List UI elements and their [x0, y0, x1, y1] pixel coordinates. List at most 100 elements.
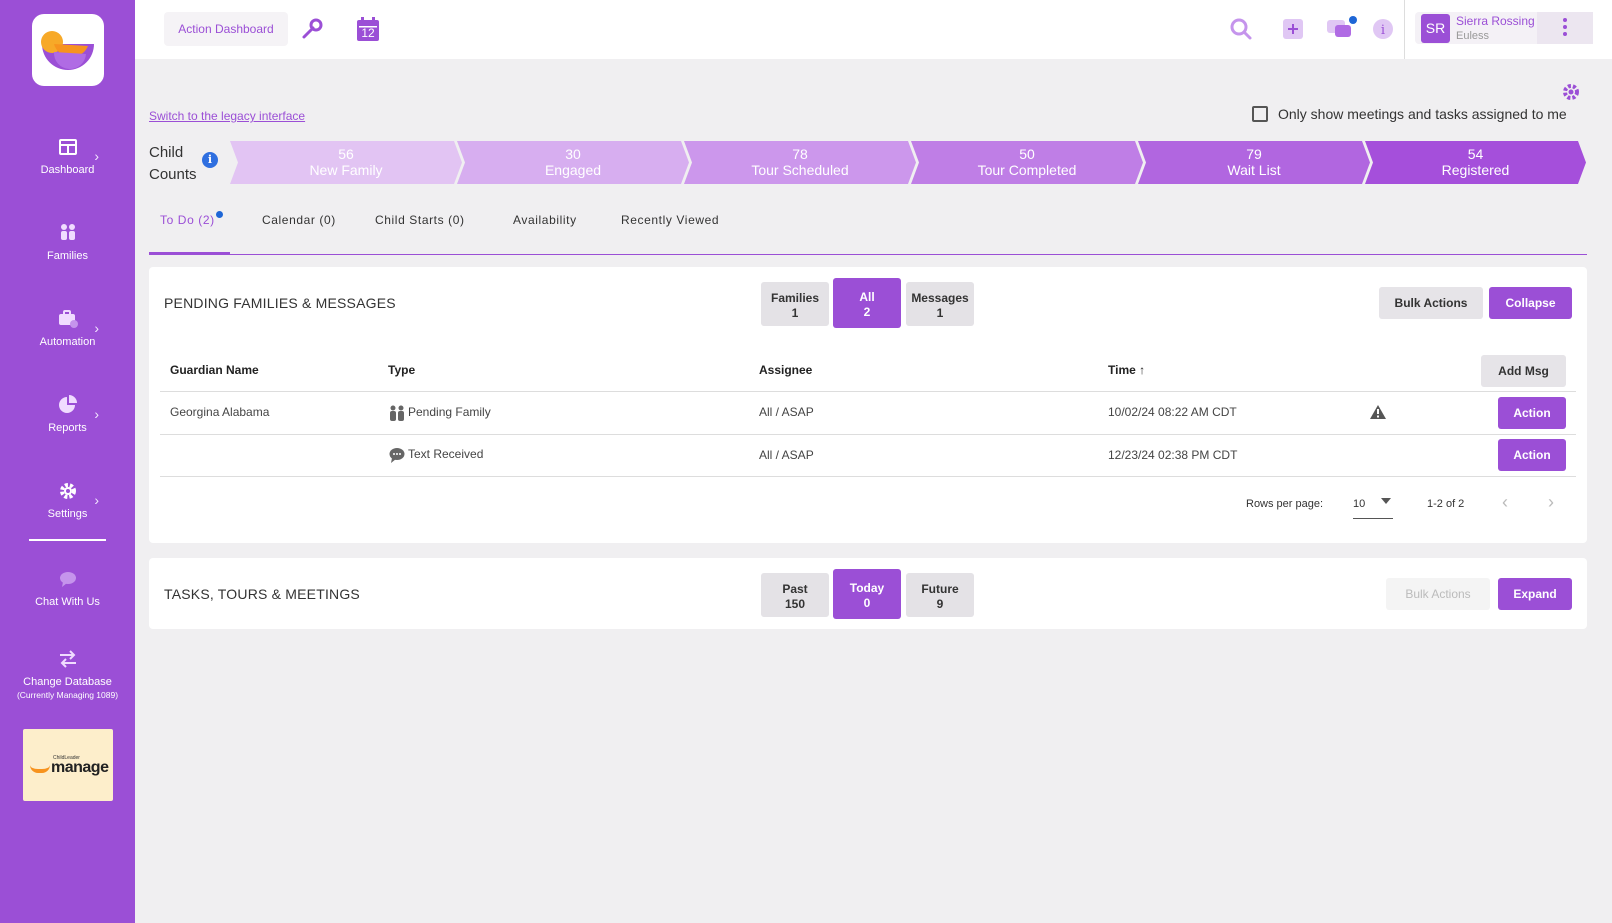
sidebar: Dashboard › Families Automation › Report… — [0, 0, 135, 923]
stage-count: 79 — [1246, 146, 1262, 162]
manage-logo-word: manage — [51, 759, 109, 776]
family-icon — [390, 405, 404, 421]
tab-child-starts[interactable]: Child Starts (0) — [375, 213, 465, 227]
avatar: SR — [1421, 14, 1450, 43]
filter-families[interactable]: Families 1 — [761, 282, 829, 326]
active-tab-indicator — [149, 252, 230, 255]
stage-new-family[interactable]: 56 New Family — [230, 141, 462, 184]
settings-gear-icon[interactable] — [1561, 82, 1581, 102]
only-show-checkbox[interactable] — [1252, 106, 1268, 122]
messages-icon[interactable] — [1325, 16, 1357, 42]
stage-count: 50 — [1019, 146, 1035, 162]
only-show-assigned-toggle[interactable]: Only show meetings and tasks assigned to… — [1252, 106, 1567, 122]
families-icon — [60, 224, 75, 240]
manage-swoosh — [30, 765, 50, 773]
expand-button[interactable]: Expand — [1498, 578, 1572, 610]
tab-calendar[interactable]: Calendar (0) — [262, 213, 336, 227]
row-type: Text Received — [408, 447, 484, 461]
next-page-icon[interactable]: › — [1548, 492, 1554, 513]
stage-count: 54 — [1467, 146, 1484, 162]
col-guardian-name[interactable]: Guardian Name — [170, 363, 259, 377]
stage-tour-completed[interactable]: 50 Tour Completed — [911, 141, 1143, 184]
filter-past[interactable]: Past 150 — [761, 573, 829, 617]
bulk-actions-button-disabled: Bulk Actions — [1386, 578, 1490, 610]
tab-to-do[interactable]: To Do (2) — [160, 213, 215, 227]
tab-recently-viewed[interactable]: Recently Viewed — [621, 213, 719, 227]
stage-engaged[interactable]: 30 Engaged — [457, 141, 689, 184]
add-icon[interactable] — [1280, 16, 1306, 42]
row-type: Pending Family — [408, 405, 491, 419]
search-icon[interactable] — [1228, 16, 1254, 42]
sidebar-item-automation[interactable]: Automation › — [0, 308, 135, 348]
stage-label: Registered — [1441, 162, 1510, 178]
sidebar-item-change-database[interactable]: Change Database (Currently Managing 1089… — [0, 648, 135, 700]
bulk-actions-button[interactable]: Bulk Actions — [1379, 287, 1483, 319]
info-icon[interactable]: i — [1370, 16, 1396, 42]
filter-messages[interactable]: Messages 1 — [906, 282, 974, 326]
col-type[interactable]: Type — [388, 363, 415, 377]
kebab-menu-icon[interactable] — [1537, 12, 1593, 44]
manage-logo[interactable]: ChildLeader manage — [23, 729, 113, 801]
filter-all[interactable]: All 2 — [833, 278, 901, 328]
sidebar-item-dashboard[interactable]: Dashboard › — [0, 136, 135, 176]
stage-registered[interactable]: 54 Registered — [1365, 141, 1586, 184]
filter-count: 1 — [936, 306, 944, 320]
calendar-icon[interactable]: 12 — [356, 16, 380, 42]
sidebar-item-label: Dashboard — [40, 164, 95, 176]
wrench-icon[interactable] — [299, 16, 325, 42]
sidebar-item-label: Automation — [39, 336, 96, 348]
filter-label: Future — [921, 582, 959, 596]
pending-card-title: PENDING FAMILIES & MESSAGES — [164, 295, 396, 311]
stage-wait-list[interactable]: 79 Wait List — [1138, 141, 1370, 184]
action-button[interactable]: Action — [1498, 439, 1566, 471]
nav-divider — [29, 539, 106, 541]
tab-availability[interactable]: Availability — [513, 213, 577, 227]
stage-label: New Family — [309, 162, 383, 178]
sidebar-item-chat[interactable]: Chat With Us — [0, 568, 135, 608]
legacy-interface-link[interactable]: Switch to the legacy interface — [149, 109, 305, 123]
action-dashboard-button[interactable]: Action Dashboard — [164, 12, 288, 46]
info-icon[interactable]: i — [202, 152, 218, 168]
sidebar-item-settings[interactable]: Settings › — [0, 480, 135, 520]
top-header: Action Dashboard 12 i SR Sierra Rossing … — [135, 0, 1612, 59]
col-time[interactable]: Time ↑ — [1108, 363, 1145, 377]
collapse-button[interactable]: Collapse — [1489, 287, 1572, 319]
user-menu[interactable]: SR Sierra Rossing Euless — [1404, 0, 1612, 59]
filter-label: Families — [770, 291, 820, 305]
user-card[interactable]: SR Sierra Rossing Euless — [1415, 12, 1593, 44]
add-msg-button[interactable]: Add Msg — [1481, 355, 1566, 387]
dashboard-icon — [58, 139, 77, 155]
sidebar-item-label: Families — [47, 250, 88, 262]
row-time: 12/23/24 02:38 PM CDT — [1108, 448, 1238, 462]
chevron-right-icon: › — [94, 492, 99, 508]
chevron-right-icon: › — [94, 320, 99, 336]
caret-down-icon — [1381, 498, 1391, 504]
filter-today[interactable]: Today 0 — [833, 569, 901, 619]
prev-page-icon[interactable]: ‹ — [1502, 492, 1508, 513]
sidebar-item-label: Change Database — [23, 676, 112, 688]
stage-label: Wait List — [1227, 162, 1281, 178]
stage-label: Tour Scheduled — [751, 162, 849, 178]
pie-chart-icon — [58, 395, 77, 413]
only-show-label: Only show meetings and tasks assigned to… — [1278, 106, 1567, 122]
sidebar-item-reports[interactable]: Reports › — [0, 394, 135, 434]
filter-future[interactable]: Future 9 — [906, 573, 974, 617]
action-button[interactable]: Action — [1498, 397, 1566, 429]
stage-tour-scheduled[interactable]: 78 Tour Scheduled — [684, 141, 916, 184]
filter-label: All — [859, 290, 875, 304]
tasks-card-title: TASKS, TOURS & MEETINGS — [164, 586, 360, 602]
col-assignee[interactable]: Assignee — [759, 363, 812, 377]
stage-count: 30 — [565, 146, 581, 162]
rows-per-page-select[interactable]: 10 — [1353, 493, 1393, 519]
filter-label: Today — [849, 581, 885, 595]
filter-count: 150 — [784, 597, 806, 611]
row-time: 10/02/24 08:22 AM CDT — [1108, 405, 1237, 419]
sidebar-item-families[interactable]: Families — [0, 222, 135, 262]
chevron-right-icon: › — [94, 148, 99, 164]
pagination-range: 1-2 of 2 — [1427, 498, 1465, 510]
chat-icon — [59, 572, 76, 587]
app-logo[interactable] — [32, 14, 104, 86]
gear-icon — [59, 483, 76, 499]
stage-label: Tour Completed — [977, 162, 1077, 178]
guardian-name[interactable]: Georgina Alabama — [170, 405, 269, 419]
